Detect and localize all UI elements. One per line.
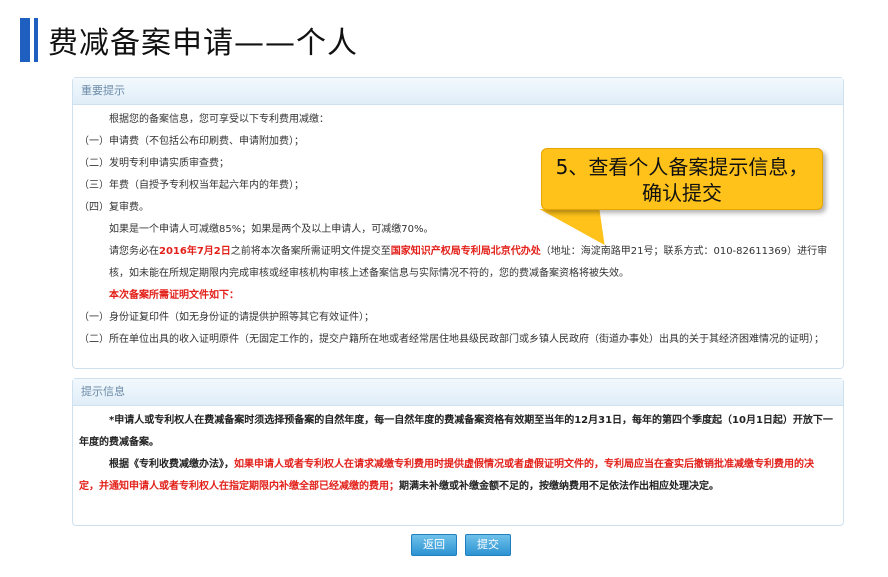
docs-title: 本次备案所需证明文件如下： [109,290,239,301]
info-panel: 提示信息 *申请人或专利权人在费减备案时须选择预备案的自然年度，每一自然年度的费… [72,378,844,526]
deadline-date: 2016年7月2日 [159,246,231,257]
callout-line-2: 确认提交 [642,181,722,205]
important-notice-panel: 重要提示 根据您的备案信息，您可享受以下专利费用减缴： （一）申请费（不包括公布… [72,77,844,369]
title-bar: 费减备案申请——个人 [20,18,358,62]
doc-item: （二）所在单位出具的收入证明原件（无固定工作的，提交户籍所在地或者经常居住地县级… [79,334,824,345]
doc-item: （一）身份证复印件（如无身份证的请提供护照等其它有效证件）； [79,312,374,323]
back-button[interactable]: 返回 [411,534,457,556]
callout-line-1: 5、查看个人备案提示信息， [555,155,809,179]
title-accent-icon [20,18,38,62]
submit-button[interactable]: 提交 [465,534,511,556]
page-title: 费减备案申请——个人 [48,26,358,61]
action-buttons: 返回 提交 [411,534,511,556]
info-paragraph-1: *申请人或专利权人在费减备案时须选择预备案的自然年度，每一自然年度的费减备案资格… [79,415,833,448]
info-paragraph-2: 根据《专利收费减缴办法》，如果申请人或者专利权人在请求减缴专利费用时提供虚假情况… [79,459,814,492]
office-name: 国家知识产权局专利局北京代办处 [390,246,541,257]
instruction-callout: 5、查看个人备案提示信息， 确认提交 [541,148,823,210]
deadline-paragraph: 请您务必在2016年7月2日之前将本次备案所需证明文件提交至国家知识产权局专利局… [109,246,828,279]
intro-text: 根据您的备案信息，您可享受以下专利费用减缴： [109,114,329,125]
reduction-text: 如果是一个申请人可减缴85%；如果是两个及以上申请人，可减缴70%。 [109,224,434,235]
info-header: 提示信息 [73,379,843,406]
important-notice-header: 重要提示 [73,78,843,105]
